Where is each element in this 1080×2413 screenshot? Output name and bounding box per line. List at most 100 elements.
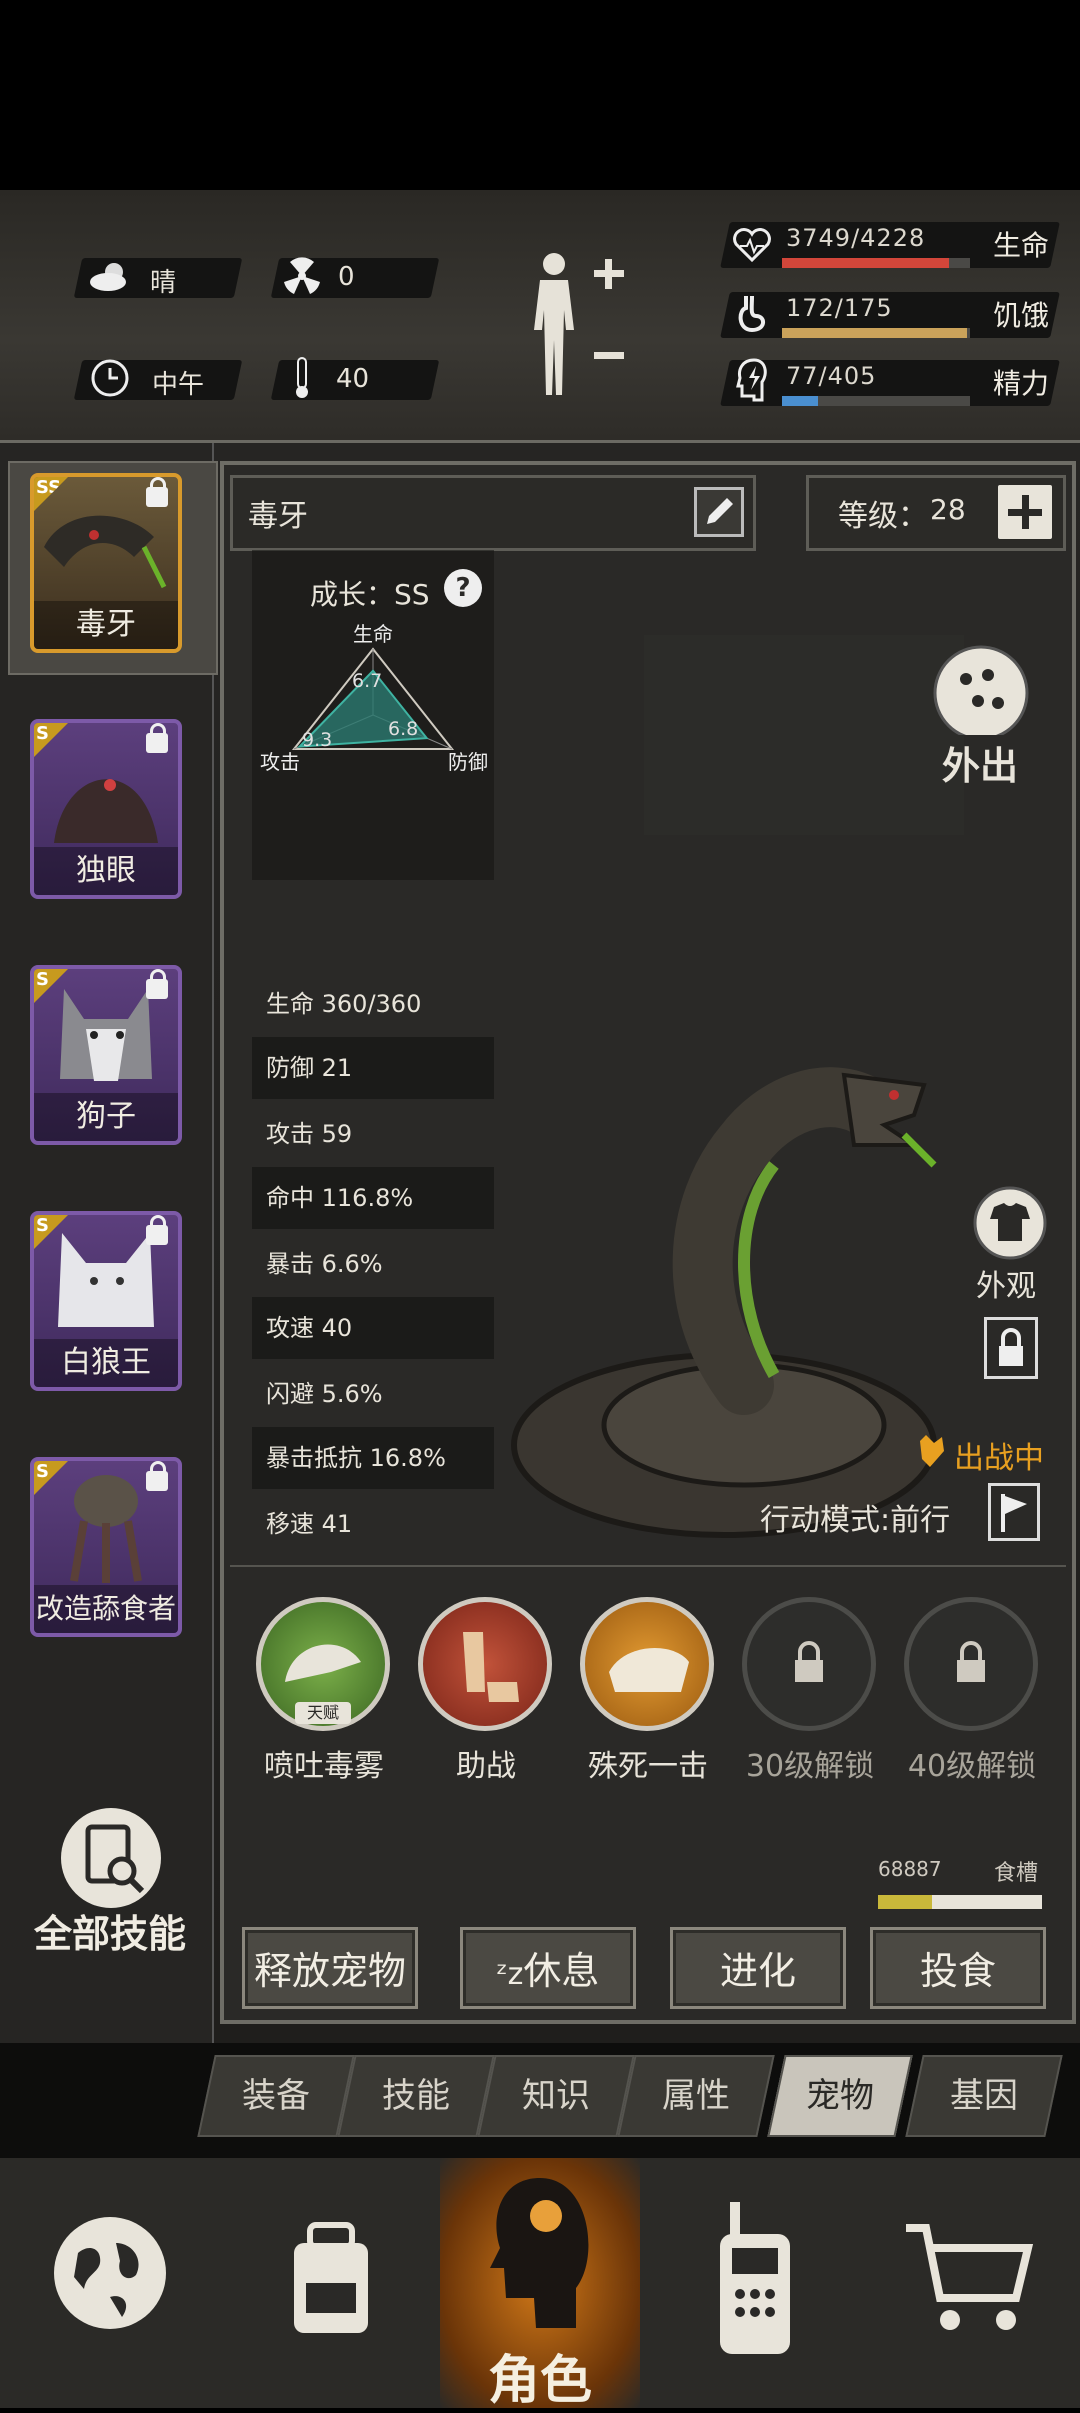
lock-icon — [146, 723, 168, 753]
pet-name: 白狼王 — [34, 1339, 178, 1387]
main-area: SS 毒牙 S 独眼 S 狗子 S 白狼王 S 改造舔食者 全部技能 毒牙 等级… — [0, 443, 1080, 2043]
nav-character-label: 角色 — [487, 2351, 592, 2411]
bottom-nav: 角色 — [0, 2158, 1080, 2411]
skill-label: 30级解锁 — [745, 1749, 875, 1784]
evolve-button[interactable]: 进化 — [670, 1927, 846, 2009]
weather-text: 晴 — [150, 268, 177, 298]
lock-icon — [146, 1461, 168, 1491]
talent-tag: 天赋 — [295, 1702, 351, 1724]
nav-backpack[interactable] — [220, 2158, 440, 2408]
walkie-talkie-icon — [720, 2202, 790, 2354]
skill-label: 喷吐毒雾 — [264, 1749, 384, 1784]
energy-head-icon — [736, 358, 767, 402]
hunger-label: 饥饿 — [993, 299, 1050, 332]
all-skills-label[interactable]: 全部技能 — [20, 1903, 200, 1958]
action-mode-label: 行动模式:前行 — [760, 1503, 951, 1538]
body-status-icon[interactable] — [518, 250, 628, 400]
pet-card-dufang[interactable]: SS 毒牙 — [30, 473, 182, 653]
pet-detail-panel: 毒牙 等级： 28 成长：SS ? 生命 攻击 防御 6.7 9.3 6.8 生… — [220, 461, 1076, 2024]
pet-name-title: 毒牙 — [248, 499, 308, 534]
lock-button[interactable] — [984, 1317, 1038, 1379]
pet-card-gouzi[interactable]: S 狗子 — [30, 965, 182, 1145]
plus-icon — [1008, 495, 1042, 529]
skill-label: 40级解锁 — [907, 1749, 1037, 1784]
pet-name: 改造舔食者 — [34, 1585, 178, 1633]
pet-card-bailangwang[interactable]: S 白狼王 — [30, 1211, 182, 1391]
tshirt-icon[interactable] — [972, 1185, 1048, 1261]
lock-icon — [146, 969, 168, 999]
pet-name: 毒牙 — [34, 601, 178, 649]
all-skills-icon[interactable] — [56, 1803, 166, 1913]
pencil-icon — [707, 498, 733, 524]
paw-prints-icon[interactable] — [926, 645, 1036, 735]
tab-attributes[interactable]: 属性 — [617, 2055, 775, 2137]
rest-label: 休息 — [523, 1949, 600, 1993]
growth-label: 成长：SS — [310, 578, 430, 611]
health-bar — [782, 258, 970, 268]
food-value: 68887 — [878, 1857, 942, 1881]
pet-card-licker[interactable]: S 改造舔食者 — [30, 1457, 182, 1637]
tab-equipment[interactable]: 装备 — [197, 2055, 355, 2137]
temperature-value: 40 — [336, 364, 370, 394]
food-bar — [878, 1895, 1042, 1909]
hunter-dog-icon — [463, 1632, 519, 1702]
head-silhouette-icon — [490, 2178, 589, 2328]
charging-beast-icon — [609, 1648, 689, 1692]
radiation-value: 0 — [338, 262, 355, 292]
rest-button[interactable]: ᶻz休息 — [460, 1927, 636, 2009]
level-label: 等级： — [838, 499, 928, 534]
pet-name: 狗子 — [34, 1093, 178, 1141]
outing-label[interactable]: 外出 — [942, 735, 1018, 790]
heart-icon — [733, 228, 771, 262]
feed-button[interactable]: 投食 — [870, 1927, 1046, 2009]
cloud-sun-icon — [90, 263, 126, 291]
radar-defense-value: 6.8 — [388, 718, 418, 740]
skill-poison-mist[interactable]: 天赋 — [256, 1597, 390, 1731]
skill-slot-locked-40 — [904, 1597, 1038, 1731]
radar-life-label: 生命 — [353, 622, 393, 646]
skill-slot-locked-30 — [742, 1597, 876, 1731]
hunger-bar — [782, 328, 970, 338]
paw-icon — [920, 1435, 944, 1467]
rename-button[interactable] — [694, 487, 744, 537]
energy-bar — [782, 396, 970, 406]
tab-skills[interactable]: 技能 — [337, 2055, 495, 2137]
radar-defense-label: 防御 — [448, 750, 488, 774]
release-pet-button[interactable]: 释放宠物 — [242, 1927, 418, 2009]
lock-icon — [146, 477, 168, 507]
nav-world[interactable] — [0, 2158, 220, 2408]
hunger-value: 172/175 — [786, 294, 893, 322]
pet-name-box — [230, 475, 756, 551]
skill-assist[interactable] — [418, 1597, 552, 1731]
pet-card-duyan[interactable]: S 独眼 — [30, 719, 182, 899]
time-text: 中午 — [152, 370, 205, 400]
tab-pets[interactable]: 宠物 — [767, 2055, 913, 2137]
pet-name: 独眼 — [34, 847, 178, 895]
appearance-label[interactable]: 外观 — [976, 1261, 1036, 1305]
energy-label: 精力 — [993, 367, 1050, 400]
pet-list: SS 毒牙 S 独眼 S 狗子 S 白狼王 S 改造舔食者 全部技能 — [0, 443, 218, 2043]
nav-character[interactable]: 角色 — [440, 2158, 640, 2411]
action-mode-button[interactable] — [988, 1483, 1040, 1541]
radar-attack-value: 9.3 — [302, 729, 332, 751]
lock-icon — [146, 1215, 168, 1245]
energy-value: 77/405 — [786, 362, 877, 390]
level-value: 28 — [930, 493, 966, 526]
nav-radio[interactable] — [640, 2158, 860, 2408]
growth-help-button[interactable]: ? — [444, 569, 482, 607]
lock-icon — [957, 1641, 985, 1682]
level-up-button[interactable] — [998, 485, 1052, 539]
tab-genes[interactable]: 基因 — [905, 2055, 1063, 2137]
tab-knowledge[interactable]: 知识 — [477, 2055, 635, 2137]
flag-icon — [1001, 1494, 1027, 1532]
snake-illustration — [511, 1067, 937, 1538]
radiation-icon — [284, 257, 320, 294]
lock-icon — [795, 1641, 823, 1682]
divider — [230, 1565, 1066, 1567]
skill-desperate-strike[interactable] — [580, 1597, 714, 1731]
radar-chart: 生命 攻击 防御 6.7 9.3 6.8 — [260, 622, 488, 774]
radar-attack-label: 攻击 — [260, 750, 300, 774]
nav-shop[interactable] — [860, 2158, 1080, 2408]
category-tabs: 装备 技能 知识 属性 宠物 基因 — [0, 2043, 1080, 2158]
health-label: 生命 — [993, 229, 1050, 262]
